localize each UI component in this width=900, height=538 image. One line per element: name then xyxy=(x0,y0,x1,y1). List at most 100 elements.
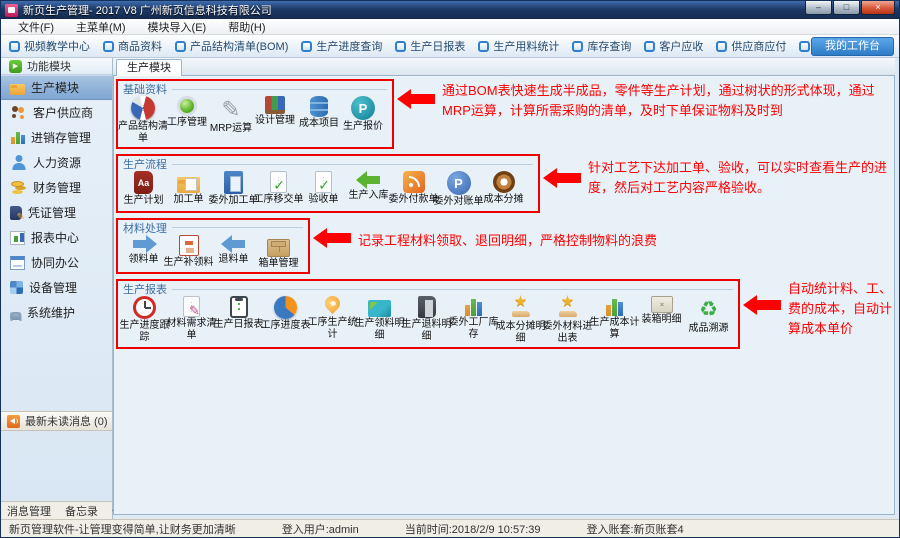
sidebar-item-6[interactable]: 凭证管理 xyxy=(1,200,112,225)
toolbar-item-2[interactable]: 商品资料 xyxy=(103,38,162,54)
module-item[interactable]: 委外付款单 xyxy=(391,171,436,206)
sidebar-item-label: 进销存管理 xyxy=(31,129,91,146)
module-item[interactable]: 生产补领料 xyxy=(166,235,211,269)
toolbar-item-label: 生产进度查询 xyxy=(316,38,382,54)
close-button[interactable]: × xyxy=(861,1,895,15)
module-item[interactable]: 材料需求清单 xyxy=(168,296,215,341)
checkbox-icon xyxy=(301,41,312,52)
toolbar-item-9[interactable]: 供应商应付 xyxy=(716,38,786,54)
tab-production-module[interactable]: 生产模块 xyxy=(116,59,182,76)
toolbar-item-4[interactable]: 生产进度查询 xyxy=(301,38,382,54)
module-item[interactable]: 生产领料明细 xyxy=(356,296,403,341)
toolbar-item-6[interactable]: 生产用料统计 xyxy=(478,38,559,54)
sidebar-item-label: 凭证管理 xyxy=(28,204,76,221)
sidebar-item-2[interactable]: 客户供应商 xyxy=(1,100,112,125)
sidebar-item-label: 协同办公 xyxy=(31,254,79,271)
footer-link-1[interactable]: 消息管理 xyxy=(7,503,51,519)
menu-item-3[interactable]: 模块导入(E) xyxy=(139,19,216,35)
module-item[interactable]: 生产退料明细 xyxy=(403,296,450,342)
module-item[interactable]: 生产进度跟踪 xyxy=(121,296,168,343)
sidebar-item-7[interactable]: 报表中心 xyxy=(1,225,112,250)
toolbar-item-7[interactable]: 库存查询 xyxy=(572,38,631,54)
module-item[interactable]: 成本分摊 xyxy=(481,171,526,206)
module-item[interactable]: 生产日报表 xyxy=(215,296,262,331)
footer-link-2[interactable]: 备忘录 xyxy=(65,503,98,519)
group-row-4: 生产报表生产进度跟踪材料需求清单生产日报表工序进度表工序生产统计生产领料明细生产… xyxy=(116,279,894,349)
sidebar-item-label: 生产模块 xyxy=(31,79,79,96)
speaker-icon xyxy=(7,415,20,428)
document-check-icon xyxy=(315,171,332,193)
module-item[interactable]: 生产入库 xyxy=(346,171,391,202)
tab-strip: 生产模块 xyxy=(113,58,895,76)
group-box-2: 生产流程生产计划加工单委外加工单工序移交单验收单生产入库委外付款单委外对账单成本… xyxy=(116,154,540,213)
sidebar-item-3[interactable]: 进销存管理 xyxy=(1,125,112,150)
my-workbench-button[interactable]: 我的工作台 xyxy=(811,37,894,56)
green-sphere-icon xyxy=(177,96,197,116)
module-item[interactable]: 工序生产统计 xyxy=(309,296,356,340)
module-item[interactable]: 委外加工单 xyxy=(211,171,256,207)
lock-icon xyxy=(10,312,21,320)
module-item[interactable]: 箱单管理 xyxy=(256,235,301,270)
toolbar-item-1[interactable]: 视频教学中心 xyxy=(9,38,90,54)
checkbox-icon xyxy=(716,41,727,52)
module-item[interactable]: 领料单 xyxy=(121,235,166,266)
menu-item-4[interactable]: 帮助(H) xyxy=(219,19,274,35)
sidebar-item-5[interactable]: 财务管理 xyxy=(1,175,112,200)
blue-book-icon xyxy=(224,171,243,194)
sidebar-item-9[interactable]: 设备管理 xyxy=(1,275,112,300)
blue-arrow-left-icon xyxy=(221,235,247,253)
group-header: 生产流程 xyxy=(123,158,533,170)
module-item[interactable]: 工序进度表 xyxy=(262,296,309,332)
module-item[interactable]: 委外工厂库存 xyxy=(450,296,497,340)
red-arrow-left-icon xyxy=(543,168,583,188)
app-logo-icon xyxy=(5,4,18,17)
module-item[interactable]: 验收单 xyxy=(301,171,346,206)
module-item[interactable]: 委外对账单 xyxy=(436,171,481,208)
module-item[interactable]: 生产成本计算 xyxy=(591,296,638,340)
toolbar-item-label: 客户应收 xyxy=(659,38,703,54)
group-items: 领料单生产补领料退料单箱单管理 xyxy=(121,235,305,270)
sidebar-item-1[interactable]: 生产模块 xyxy=(1,75,112,100)
sidebar-item-8[interactable]: 协同办公 xyxy=(1,250,112,275)
checkbox-icon xyxy=(9,41,20,52)
toolbar-item-8[interactable]: 客户应收 xyxy=(644,38,703,54)
form-icon xyxy=(179,235,199,256)
module-item[interactable]: 生产报价 xyxy=(341,96,385,133)
paper-pencil-icon xyxy=(183,296,200,317)
sidebar-item-10[interactable]: 系统维护 xyxy=(1,300,112,325)
minimize-button[interactable]: – xyxy=(805,1,832,15)
module-item[interactable]: 委外材料进出表 xyxy=(544,296,591,344)
module-item[interactable]: 成品溯源 xyxy=(685,296,732,335)
dark-book-icon xyxy=(418,296,436,318)
bar-chart-icon xyxy=(464,296,484,316)
module-item[interactable]: 成本分摊明细 xyxy=(497,296,544,344)
annotation: 通过BOM表快速生成半成品，零件等生产计划，通过树状的形式体现，通过MRP运算，… xyxy=(397,79,894,121)
pie-chart-icon xyxy=(131,96,155,120)
toolbar-item-3[interactable]: 产品结构清单(BOM) xyxy=(175,38,288,54)
maximize-button[interactable]: □ xyxy=(833,1,860,15)
main-area: 生产模块 基础资料产品结构清单工序管理MRP运算设计管理成本项目生产报价通过BO… xyxy=(113,58,899,519)
sidebar-item-4[interactable]: 人力资源 xyxy=(1,150,112,175)
annotation: 自动统计料、工、费的成本，自动计算成本单价 xyxy=(743,279,894,339)
module-item[interactable]: 退料单 xyxy=(211,235,256,266)
module-item[interactable]: 加工单 xyxy=(166,171,211,206)
status-login-user: 登入用户:admin xyxy=(282,521,359,537)
module-item[interactable]: 生产计划 xyxy=(121,171,166,207)
group-box-1: 基础资料产品结构清单工序管理MRP运算设计管理成本项目生产报价 xyxy=(116,79,394,149)
menu-item-1[interactable]: 文件(F) xyxy=(9,19,63,35)
toolbar-item-5[interactable]: 生产日报表 xyxy=(395,38,465,54)
unread-messages-bar[interactable]: 最新未读消息 (0) xyxy=(1,411,112,431)
sidebar-item-label: 人力资源 xyxy=(33,154,81,171)
books-icon xyxy=(265,96,285,114)
menu-item-2[interactable]: 主菜单(M) xyxy=(67,19,135,35)
group-box-4: 生产报表生产进度跟踪材料需求清单生产日报表工序进度表工序生产统计生产领料明细生产… xyxy=(116,279,740,349)
module-item[interactable]: 装箱明细 xyxy=(638,296,685,326)
group-divider xyxy=(172,227,303,228)
group-items: 生产进度跟踪材料需求清单生产日报表工序进度表工序生产统计生产领料明细生产退料明细… xyxy=(121,296,735,344)
sidebar-item-label: 客户供应商 xyxy=(33,104,93,121)
recycle-icon xyxy=(696,296,722,322)
bar-chart-icon xyxy=(605,296,625,316)
group-row-3: 材料处理领料单生产补领料退料单箱单管理记录工程材料领取、退回明细，严格控制物料的… xyxy=(116,218,894,275)
module-item[interactable]: 工序移交单 xyxy=(256,171,301,206)
group-title: 材料处理 xyxy=(123,220,167,236)
